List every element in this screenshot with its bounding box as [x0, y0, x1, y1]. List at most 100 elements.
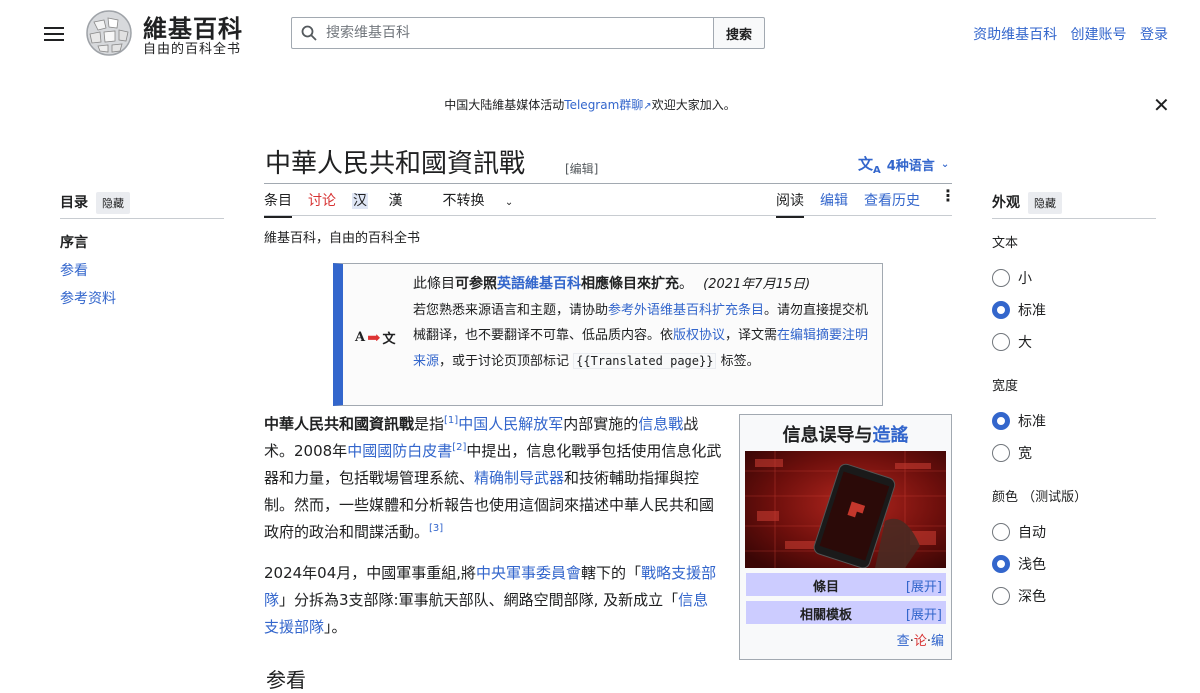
- variant-dropdown[interactable]: 不转换 ⌄: [442, 190, 529, 218]
- expand-language-notice: A ➡ 文 此條目可参照英語維基百科相應條目來扩充。 (2021年7月15日) 若您…: [333, 263, 883, 406]
- navbox-sidebar: 信息误导与造謠 條目 [展开] 相關模板 [展开] 查·论·编: [739, 414, 952, 660]
- width-label: 宽度: [992, 379, 1019, 394]
- toc-divider: [60, 218, 224, 219]
- sidebar-image[interactable]: [745, 451, 946, 568]
- radio-icon: [992, 269, 1010, 287]
- variant-traditional[interactable]: 漢: [388, 193, 402, 215]
- variant-dropdown-label: 不转换: [442, 193, 485, 209]
- language-button[interactable]: 文A 4种语言 ⌄: [858, 153, 949, 176]
- chevron-down-icon: ⌄: [504, 197, 514, 208]
- toc-item-intro[interactable]: 序言: [60, 232, 88, 252]
- toc-header: 目录 隐藏: [60, 192, 130, 214]
- radio-selected-icon: [992, 555, 1010, 573]
- expand-articles-button[interactable]: [展开]: [906, 576, 942, 595]
- language-count: 4种语言: [886, 159, 935, 174]
- tab-article[interactable]: 条目: [264, 190, 292, 218]
- toc-title: 目录: [60, 195, 88, 211]
- radio-icon: [992, 444, 1010, 462]
- wikipedia-globe-logo[interactable]: [84, 10, 134, 56]
- site-notice-prefix: 中国大陆維基媒体活动: [444, 98, 565, 112]
- tab-history[interactable]: 查看历史: [864, 190, 920, 218]
- ref-1[interactable]: [1]: [444, 415, 458, 426]
- article-tagline: 維基百科，自由的百科全书: [264, 231, 421, 246]
- search-input[interactable]: [324, 19, 704, 47]
- text-size-standard[interactable]: 标准: [992, 300, 1046, 320]
- login-link[interactable]: 登录: [1140, 27, 1168, 43]
- tabs-divider: [264, 215, 952, 216]
- text-size-label: 文本: [992, 236, 1019, 251]
- site-tagline: 自由的百科全书: [143, 42, 242, 57]
- infowar-link[interactable]: 信息戰: [638, 415, 683, 433]
- translate-icon: 文A: [858, 155, 881, 176]
- toc-item-references[interactable]: 参考资料: [60, 288, 116, 308]
- expand-templates-button[interactable]: [展开]: [906, 604, 942, 623]
- close-icon[interactable]: ✕: [1153, 95, 1170, 115]
- radio-selected-icon: [992, 301, 1010, 319]
- telegram-link[interactable]: Telegram群聊: [564, 98, 643, 112]
- width-standard[interactable]: 标准: [992, 411, 1046, 431]
- radio-icon: [992, 587, 1010, 605]
- appearance-title: 外观: [992, 195, 1020, 211]
- site-notice: 中国大陆維基媒体活动Telegram群聊↗欢迎大家加入。: [0, 96, 1180, 113]
- navbar-view[interactable]: 查: [897, 634, 910, 649]
- tab-talk[interactable]: 讨论: [308, 190, 336, 218]
- notice-date: (2021年7月15日): [703, 277, 811, 292]
- text-size-large[interactable]: 大: [992, 332, 1032, 352]
- title-edit-link[interactable]: [编辑]: [565, 160, 598, 177]
- pgm-link[interactable]: 精确制导武器: [474, 469, 564, 487]
- search-icon: [301, 25, 317, 41]
- notice-text-b: 可参照: [455, 276, 497, 292]
- radio-selected-icon: [992, 412, 1010, 430]
- page-title: 中華人民共和國資訊戰: [265, 149, 526, 179]
- tab-edit[interactable]: 编辑: [820, 190, 848, 218]
- translate-arrow-icon: A ➡ 文: [355, 328, 396, 347]
- navbar-talk[interactable]: 论: [914, 634, 927, 649]
- chevron-down-icon: ⌄: [940, 159, 950, 170]
- color-dark[interactable]: 深色: [992, 586, 1046, 606]
- pla-link[interactable]: 中国人民解放军: [458, 415, 563, 433]
- search-field[interactable]: [291, 17, 714, 49]
- sidebar-navbar: 查·论·编: [896, 634, 944, 649]
- notice-t1: 若您熟悉来源语言和主题，请协助: [413, 302, 609, 318]
- toc-item-see-also[interactable]: 参看: [60, 260, 88, 280]
- external-link-icon: ↗: [643, 101, 652, 112]
- variant-simplified[interactable]: 汉: [352, 193, 368, 209]
- tab-variant[interactable]: 汉 漢: [352, 190, 418, 218]
- notice-t4: ，或于讨论页顶部标记: [439, 353, 570, 369]
- sidebar-row-articles: 條目 [展开]: [746, 573, 946, 596]
- rumor-link[interactable]: 造謠: [873, 425, 909, 446]
- tab-read[interactable]: 阅读: [776, 190, 804, 218]
- color-auto[interactable]: 自动: [992, 522, 1046, 542]
- notice-t3: ，译文需: [725, 328, 778, 343]
- color-light[interactable]: 浅色: [992, 554, 1046, 574]
- more-menu-icon[interactable]: ⋮: [940, 188, 956, 204]
- namespace-tabs: 条目 讨论 汉 漢 不转换 ⌄: [264, 190, 545, 218]
- english-wiki-link[interactable]: 英語維基百科: [497, 276, 581, 292]
- donate-link[interactable]: 资助维基百科: [973, 27, 1057, 43]
- section-heading-see-also: 参看: [266, 668, 306, 692]
- view-tabs: 阅读 编辑 查看历史: [776, 190, 920, 218]
- width-wide[interactable]: 宽: [992, 443, 1032, 463]
- license-link[interactable]: 版权协议: [673, 328, 725, 343]
- expand-guide-link[interactable]: 参考外语维基百科扩充条目: [608, 303, 764, 318]
- appearance-divider: [992, 218, 1156, 219]
- site-notice-suffix: 欢迎大家加入。: [651, 98, 736, 112]
- notice-text-a: 此條目: [413, 276, 455, 292]
- navbar-edit[interactable]: 编: [931, 634, 944, 649]
- whitepaper-link[interactable]: 中國國防白皮書: [347, 442, 452, 460]
- color-label: 颜色 （测试版）: [992, 490, 1088, 505]
- ref-2[interactable]: [2]: [452, 442, 466, 453]
- radio-icon: [992, 333, 1010, 351]
- radio-icon: [992, 523, 1010, 541]
- user-links: 资助维基百科 创建账号 登录: [964, 24, 1168, 44]
- text-size-small[interactable]: 小: [992, 268, 1032, 288]
- appearance-hide-button[interactable]: 隐藏: [1028, 192, 1062, 214]
- search-button[interactable]: 搜索: [713, 17, 765, 49]
- notice-t5: 标签。: [720, 353, 760, 369]
- cmc-link[interactable]: 中央軍事委員會: [476, 564, 581, 582]
- ref-3[interactable]: [3]: [429, 523, 443, 534]
- create-account-link[interactable]: 创建账号: [1071, 27, 1127, 43]
- toc-hide-button[interactable]: 隐藏: [96, 192, 130, 214]
- main-menu-button[interactable]: [44, 24, 64, 42]
- template-code: {{Translated page}}: [573, 352, 717, 369]
